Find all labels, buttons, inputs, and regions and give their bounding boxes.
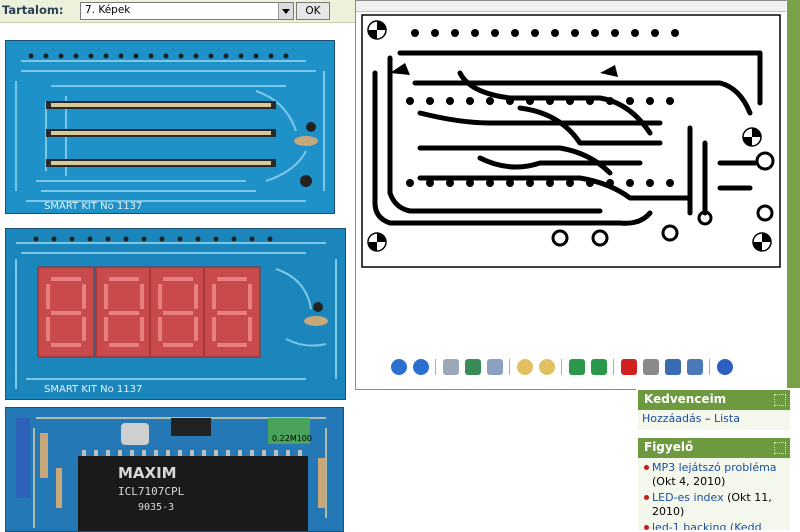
watch-item: MP3 lejátszó probléma (Okt 4, 2010) bbox=[652, 461, 790, 489]
pcb-photo-3-image: 0.22M100 MAXIM ICL7107CPL 9035-3 bbox=[6, 408, 343, 531]
select-icon[interactable] bbox=[487, 359, 503, 375]
rotate-left-icon[interactable] bbox=[569, 359, 585, 375]
collapse-icon[interactable] bbox=[774, 394, 786, 406]
rotate-right-icon[interactable] bbox=[591, 359, 607, 375]
fit-icon[interactable] bbox=[443, 359, 459, 375]
page-edge bbox=[787, 0, 800, 388]
horizontal-scrollbar[interactable] bbox=[356, 1, 786, 12]
delete-icon[interactable] bbox=[621, 359, 637, 375]
move-icon[interactable] bbox=[465, 359, 481, 375]
bullet-icon bbox=[644, 465, 649, 470]
favorites-separator: – bbox=[705, 412, 711, 425]
pcb-layout-viewer[interactable] bbox=[355, 0, 789, 390]
watch-item: led-1 backing (Kedd bbox=[652, 521, 790, 530]
zoom-out-icon[interactable] bbox=[539, 359, 555, 375]
favorites-list-link[interactable]: Lista bbox=[714, 412, 740, 425]
chip-code: 9035-3 bbox=[138, 502, 174, 513]
ok-button[interactable]: OK bbox=[296, 2, 330, 20]
toolbar-separator bbox=[613, 359, 614, 375]
chip-brand: MAXIM bbox=[118, 464, 177, 482]
toolbar-separator bbox=[509, 359, 510, 375]
watch-title: Figyelő bbox=[644, 440, 694, 454]
edit-icon[interactable] bbox=[687, 359, 703, 375]
toolbar-separator bbox=[561, 359, 562, 375]
chip-part: ICL7107CPL bbox=[118, 485, 185, 498]
watch-item: LED-es index (Okt 11, 2010) bbox=[652, 491, 790, 519]
first-page-icon[interactable] bbox=[391, 359, 407, 375]
pcb-photo-1-image: SMART KIT No 1137 bbox=[6, 41, 334, 213]
viewer-toolbar bbox=[387, 357, 767, 379]
capacitor-label: 0.22M100 bbox=[272, 434, 312, 443]
content-select[interactable]: 7. Képek bbox=[80, 2, 294, 20]
help-icon[interactable] bbox=[717, 359, 733, 375]
content-label: Tartalom: bbox=[2, 3, 64, 17]
add-favorite-link[interactable]: Hozzáadás bbox=[642, 412, 702, 425]
pcb-silkscreen-2: SMART KIT No 1137 bbox=[44, 384, 142, 395]
bullet-icon bbox=[644, 495, 649, 500]
chevron-down-icon[interactable] bbox=[278, 3, 293, 19]
bullet-icon bbox=[644, 525, 649, 530]
watch-header: Figyelő bbox=[638, 438, 790, 458]
pcb-silkscreen-1: SMART KIT No 1137 bbox=[44, 201, 142, 212]
pcb-photo-2-image: SMART KIT No 1137 bbox=[6, 229, 345, 399]
save-icon[interactable] bbox=[665, 359, 681, 375]
pcb-photo-sockets: SMART KIT No 1137 bbox=[5, 40, 335, 214]
watch-item-link[interactable]: LED-es index bbox=[652, 491, 724, 504]
collapse-icon[interactable] bbox=[774, 442, 786, 454]
pcb-photo-display: SMART KIT No 1137 bbox=[5, 228, 346, 400]
watch-item-link[interactable]: led-1 backing (Kedd bbox=[652, 521, 762, 530]
watch-item-date: (Okt 4, 2010) bbox=[652, 475, 726, 488]
content-select-value: 7. Képek bbox=[85, 4, 131, 16]
pcb-layout-drawing bbox=[361, 14, 781, 268]
watch-body: MP3 lejátszó probléma (Okt 4, 2010) LED-… bbox=[638, 458, 790, 530]
toolbar-separator bbox=[709, 359, 710, 375]
print-icon[interactable] bbox=[643, 359, 659, 375]
next-page-icon[interactable] bbox=[413, 359, 429, 375]
pcb-photo-chip: 0.22M100 MAXIM ICL7107CPL 9035-3 bbox=[5, 407, 344, 532]
zoom-in-icon[interactable] bbox=[517, 359, 533, 375]
watch-item-link[interactable]: MP3 lejátszó probléma bbox=[652, 461, 777, 474]
favorites-header: Kedvenceim bbox=[638, 390, 790, 410]
toolbar-separator bbox=[435, 359, 436, 375]
favorites-title: Kedvenceim bbox=[644, 392, 727, 406]
favorites-body: Hozzáadás – Lista bbox=[638, 410, 790, 430]
